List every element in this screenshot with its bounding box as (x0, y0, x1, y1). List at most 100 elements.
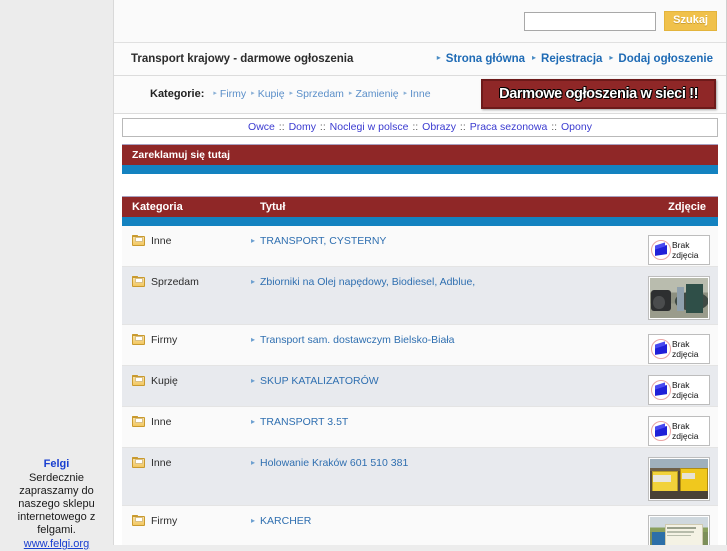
row-title-cell: ▸ TRANSPORT, CYSTERNY (250, 225, 632, 267)
chevron-right-icon: ▸ (213, 90, 217, 98)
folder-icon (132, 234, 145, 246)
table-row[interactable]: Firmy ▸ KARCHER (122, 505, 718, 545)
row-category-cell: Inne (122, 225, 250, 267)
sublink-separator: :: (551, 120, 558, 133)
row-photo-cell (632, 505, 718, 545)
chevron-right-icon: ▸ (251, 276, 256, 286)
listing-thumbnail[interactable] (648, 514, 710, 545)
column-header-category[interactable]: Kategoria (122, 195, 250, 217)
row-title-link[interactable]: TRANSPORT, CYSTERNY (260, 235, 386, 247)
no-photo-line2: zdjęcia (672, 249, 699, 260)
chevron-right-icon: ▸ (251, 375, 256, 385)
row-category-cell: Kupię (122, 365, 250, 407)
table-row[interactable]: Sprzedam ▸ Zbiorniki na Olej napędowy, Bio… (122, 266, 718, 325)
row-category-label: Sprzedam (151, 275, 199, 288)
sidebar-ad-felgi: Felgi Serdecznie zapraszamy do naszego s… (0, 458, 113, 551)
category-link-kupie[interactable]: Kupię (258, 88, 285, 100)
row-photo-cell: Brak zdjęcia (632, 365, 718, 407)
folder-icon (132, 415, 145, 427)
table-row[interactable]: Inne ▸ Holowanie Kraków 601 510 381 (122, 447, 718, 506)
row-category-label: Inne (151, 456, 172, 469)
sublink-obrazy[interactable]: Obrazy (422, 121, 456, 133)
search-input[interactable] (524, 11, 657, 31)
folder-icon (132, 456, 145, 468)
listing-thumbnail[interactable] (648, 456, 710, 501)
table-row[interactable]: Inne ▸ TRANSPORT 3.5T Brak zdjęcia (122, 406, 718, 448)
table-row[interactable]: Firmy ▸ Transport sam. dostawczym Bielsko-… (122, 324, 718, 366)
column-header-photo[interactable]: Zdjęcie (632, 195, 718, 217)
no-photo-line1: Brak (672, 420, 690, 431)
row-category-label: Firmy (151, 333, 178, 346)
category-link-firmy[interactable]: Firmy (220, 88, 246, 100)
nav-link-home[interactable]: Strona główna (446, 53, 525, 65)
row-category-cell: Inne (122, 406, 250, 448)
page-title: Transport krajowy - darmowe ogłoszenia (131, 52, 354, 65)
table-row[interactable]: Kupię ▸ SKUP KATALIZATORÓW Brak zdjęcia (122, 365, 718, 407)
sublink-owce[interactable]: Owce (248, 121, 275, 133)
search-bar: Szukaj (114, 0, 726, 44)
sublinks-container: Owce :: Domy :: Noclegi w polsce :: Obra… (114, 113, 726, 141)
table-row[interactable]: Inne ▸ TRANSPORT, CYSTERNY Brak zdjęcia (122, 225, 718, 267)
sublink-domy[interactable]: Domy (289, 121, 316, 133)
no-photo-placeholder: Brak zdjęcia (648, 374, 710, 405)
row-title-link[interactable]: Transport sam. dostawczym Bielsko-Biała (260, 334, 455, 346)
listing-header-accent (122, 216, 718, 226)
sublink-praca-sezonowa[interactable]: Praca sezonowa (470, 121, 548, 133)
advertise-title: Zareklamuj się tutaj (132, 148, 231, 161)
row-category-cell: Sprzedam (122, 266, 250, 325)
nav-link-register[interactable]: Rejestracja (541, 53, 602, 65)
sublink-separator: :: (319, 120, 326, 133)
no-photo-placeholder: Brak zdjęcia (648, 415, 710, 446)
no-photo-label: Brak zdjęcia (672, 380, 698, 400)
row-photo-cell (632, 266, 718, 325)
sublink-separator: :: (459, 120, 466, 133)
nav-link-add-listing[interactable]: Dodaj ogłoszenie (618, 53, 713, 65)
row-title-link[interactable]: SKUP KATALIZATORÓW (260, 375, 379, 387)
promo-banner[interactable]: Darmowe ogłoszenia w sieci !! (481, 78, 716, 109)
chevron-right-icon: ▸ (251, 457, 256, 467)
chevron-right-icon: ▸ (251, 515, 256, 525)
chevron-right-icon: ▸ (289, 90, 294, 98)
sublink-separator: :: (278, 120, 285, 133)
no-photo-placeholder: Brak zdjęcia (648, 333, 710, 364)
chevron-right-icon: ▸ (251, 416, 256, 426)
category-link-sprzedam[interactable]: Sprzedam (296, 88, 344, 100)
folder-icon (132, 374, 145, 386)
listing-table: Kategoria Tytuł Zdjęcie Inne ▸ TRANSPORT, … (122, 195, 718, 545)
row-title-link[interactable]: KARCHER (260, 515, 311, 527)
main-content: Szukaj Transport krajowy - darmowe ogłos… (113, 0, 727, 545)
row-title-link[interactable]: Holowanie Kraków 601 510 381 (260, 457, 408, 469)
chevron-right-icon: ▸ (251, 235, 256, 245)
advertise-accent-bar (122, 164, 718, 174)
row-category-label: Inne (151, 415, 172, 428)
advertise-header[interactable]: Zareklamuj się tutaj (122, 143, 718, 165)
advertise-body (122, 173, 718, 196)
row-title-cell: ▸ TRANSPORT 3.5T (250, 406, 632, 448)
row-category-cell: Firmy (122, 324, 250, 366)
advertise-block: Zareklamuj się tutaj (114, 141, 726, 196)
broken-image-icon (651, 239, 671, 260)
category-link-zamienie[interactable]: Zamienię (355, 88, 398, 100)
row-title-link[interactable]: Zbiorniki na Olej napędowy, Biodiesel, A… (260, 276, 475, 288)
no-photo-placeholder: Brak zdjęcia (648, 234, 710, 265)
no-photo-line2: zdjęcia (672, 430, 699, 441)
sublink-opony[interactable]: Opony (561, 121, 592, 133)
row-title-cell: ▸ Transport sam. dostawczym Bielsko-Biała (250, 324, 632, 366)
folder-icon (132, 275, 145, 287)
row-title-cell: ▸ Holowanie Kraków 601 510 381 (250, 447, 632, 506)
listing-table-container: Kategoria Tytuł Zdjęcie Inne ▸ TRANSPORT, … (114, 195, 726, 545)
category-link-inne[interactable]: Inne (410, 88, 430, 100)
listing-thumbnail[interactable] (648, 275, 710, 320)
chevron-right-icon: ▸ (609, 53, 614, 63)
search-submit-button[interactable]: Szukaj (664, 11, 717, 32)
no-photo-line2: zdjęcia (672, 389, 699, 400)
folder-icon (132, 333, 145, 345)
broken-image-icon (651, 338, 671, 359)
row-category-cell: Firmy (122, 505, 250, 545)
sublink-noclegi[interactable]: Noclegi w polsce (330, 121, 409, 133)
row-title-link[interactable]: TRANSPORT 3.5T (260, 416, 348, 428)
broken-image-icon (651, 420, 671, 441)
sublinks-bar: Owce :: Domy :: Noclegi w polsce :: Obra… (122, 117, 718, 137)
row-category-cell: Inne (122, 447, 250, 506)
column-header-title[interactable]: Tytuł (250, 195, 632, 217)
